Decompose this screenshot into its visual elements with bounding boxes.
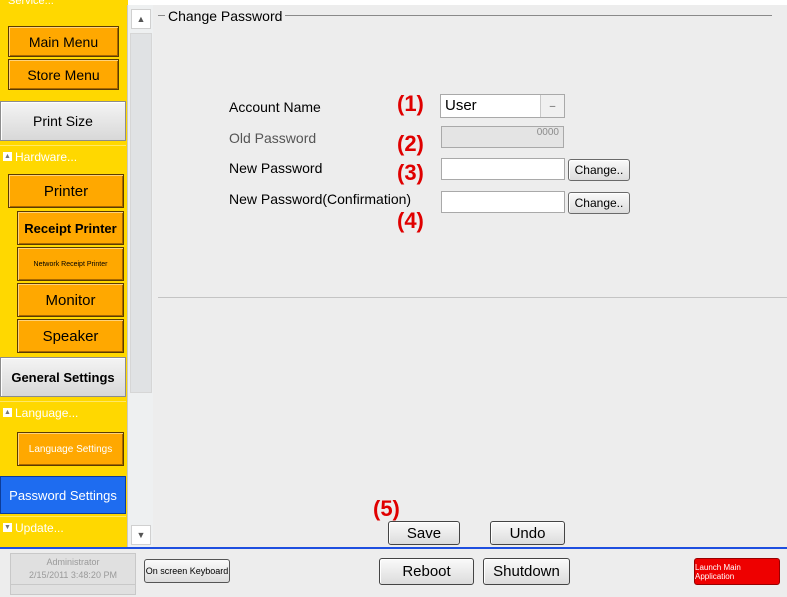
sidebar-scrollbar[interactable]: ▲ ▼ xyxy=(127,5,153,547)
account-name-label: Account Name xyxy=(229,99,321,115)
sidebar-header-language[interactable]: ▲ Language... xyxy=(0,401,126,423)
account-name-select[interactable]: User – xyxy=(440,94,565,118)
current-datetime: 2/15/2011 3:48:20 PM xyxy=(29,570,117,580)
chevron-up-icon[interactable]: ▲ xyxy=(131,9,151,29)
sidebar-item-password-settings[interactable]: Password Settings xyxy=(0,476,126,514)
new-password-field[interactable] xyxy=(441,158,565,180)
sidebar-header-label: Language... xyxy=(15,405,79,420)
callout-marker: (2) xyxy=(397,131,424,156)
old-password-label: Old Password xyxy=(229,130,317,146)
store-menu-button[interactable]: Store Menu xyxy=(8,59,119,90)
main-panel: Change Password Account Name (1) User – … xyxy=(153,5,787,547)
old-password-value: 0000 xyxy=(536,127,559,138)
new-password-confirm-field[interactable] xyxy=(441,191,565,213)
callout-marker: (3) xyxy=(397,160,424,185)
sidebar-header-update[interactable]: ▼ Update... xyxy=(0,516,126,538)
undo-button[interactable]: Undo xyxy=(490,521,565,545)
save-button[interactable]: Save xyxy=(388,521,460,545)
shutdown-button[interactable]: Shutdown xyxy=(483,558,570,585)
sidebar-item-print-size[interactable]: Print Size xyxy=(0,101,126,141)
sidebar-header-label: Update... xyxy=(15,520,64,535)
callout-marker: (5) xyxy=(373,496,400,521)
old-password-field: 0000 xyxy=(441,126,564,148)
language-settings-button[interactable]: Language Settings xyxy=(17,432,124,466)
callout-marker: (4) xyxy=(397,208,424,233)
group-box-border xyxy=(158,15,772,298)
on-screen-keyboard-button[interactable]: On screen Keyboard xyxy=(144,559,230,583)
scroll-thumb[interactable] xyxy=(130,33,152,393)
divider xyxy=(11,584,135,585)
sidebar-header-label: Hardware... xyxy=(15,149,78,164)
sidebar: Service... Main Menu Store Menu Print Si… xyxy=(0,0,128,547)
receipt-printer-button[interactable]: Receipt Printer xyxy=(17,211,124,245)
new-password-label: New Password xyxy=(229,160,323,176)
sidebar-header-hardware[interactable]: ▲ Hardware... xyxy=(0,145,126,167)
collapse-icon: ▲ xyxy=(3,408,12,417)
reboot-button[interactable]: Reboot xyxy=(379,558,474,585)
main-menu-button[interactable]: Main Menu xyxy=(8,26,119,57)
section-divider xyxy=(158,297,787,298)
collapse-icon: ▲ xyxy=(3,152,12,161)
bottom-bar: Administrator 2/15/2011 3:48:20 PM On sc… xyxy=(0,547,787,597)
account-name-value: User xyxy=(445,97,477,114)
sidebar-header-service[interactable]: Service... xyxy=(0,0,126,12)
monitor-button[interactable]: Monitor xyxy=(17,283,124,317)
speaker-button[interactable]: Speaker xyxy=(17,319,124,353)
launch-main-application-button[interactable]: Launch Main Application xyxy=(694,558,780,585)
new-password-confirm-change-button[interactable]: Change.. xyxy=(568,192,630,214)
new-password-change-button[interactable]: Change.. xyxy=(568,159,630,181)
group-title: Change Password xyxy=(165,8,286,24)
chevron-down-icon[interactable]: ▼ xyxy=(131,525,151,545)
network-receipt-printer-button[interactable]: Network Receipt Printer xyxy=(17,247,124,281)
callout-marker: (1) xyxy=(397,91,424,116)
printer-button[interactable]: Printer xyxy=(8,174,124,208)
current-user: Administrator xyxy=(46,557,100,567)
user-status-box: Administrator 2/15/2011 3:48:20 PM xyxy=(10,553,136,595)
chevron-down-icon[interactable]: – xyxy=(540,95,564,117)
sidebar-item-general-settings[interactable]: General Settings xyxy=(0,357,126,397)
new-password-confirm-label: New Password(Confirmation) xyxy=(229,191,412,207)
expand-icon: ▼ xyxy=(3,523,12,532)
